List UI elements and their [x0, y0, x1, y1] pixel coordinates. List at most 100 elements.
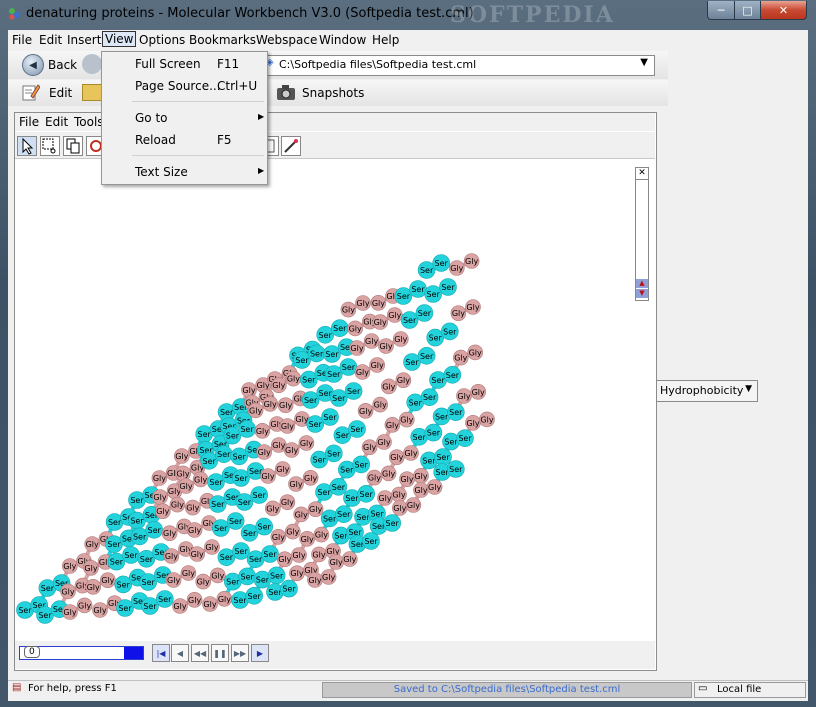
- gly-atom[interactable]: Gly: [174, 448, 190, 464]
- gly-atom[interactable]: Gly: [285, 370, 302, 387]
- gly-atom[interactable]: Gly: [62, 604, 78, 620]
- menu-view[interactable]: View: [102, 31, 137, 47]
- gly-atom[interactable]: Gly: [83, 559, 99, 576]
- gly-atom[interactable]: Gly: [341, 551, 358, 567]
- play-icon[interactable]: ▶: [251, 644, 269, 662]
- gly-atom[interactable]: Gly: [413, 482, 429, 498]
- gly-atom[interactable]: Gly: [151, 470, 168, 486]
- gly-atom[interactable]: Gly: [283, 442, 300, 458]
- gly-atom[interactable]: Gly: [355, 295, 371, 311]
- ser-atom[interactable]: Ser: [446, 403, 465, 421]
- ser-atom[interactable]: Ser: [156, 590, 174, 608]
- gly-atom[interactable]: Gly: [313, 526, 330, 543]
- ser-atom[interactable]: Ser: [324, 444, 343, 463]
- forward-arrow-icon[interactable]: [82, 54, 102, 74]
- back-label[interactable]: Back: [48, 58, 77, 72]
- ser-atom[interactable]: Ser: [424, 423, 443, 442]
- gly-atom[interactable]: Gly: [465, 299, 481, 315]
- chevron-down-icon[interactable]: ▼: [745, 384, 752, 394]
- ser-atom[interactable]: Ser: [261, 545, 279, 563]
- menu-item-full-screen[interactable]: Full Screen F11: [102, 54, 267, 74]
- gly-atom[interactable]: Gly: [270, 528, 287, 545]
- maximize-button[interactable]: □: [734, 1, 761, 20]
- gly-atom[interactable]: Gly: [388, 449, 405, 466]
- gly-atom[interactable]: Gly: [254, 422, 271, 439]
- gly-atom[interactable]: Gly: [470, 384, 487, 400]
- gly-atom[interactable]: Gly: [452, 349, 469, 366]
- ser-atom[interactable]: Ser: [330, 319, 349, 337]
- molecule-canvas[interactable]: SerSerSerSerGlyGlyGlyGlySerSerSerSerGlyG…: [15, 160, 635, 640]
- ser-atom[interactable]: Ser: [456, 429, 474, 448]
- gly-atom[interactable]: Gly: [391, 486, 407, 503]
- ser-atom[interactable]: Ser: [424, 285, 443, 303]
- gly-atom[interactable]: Gly: [405, 497, 422, 513]
- gly-atom[interactable]: Gly: [298, 435, 315, 451]
- ser-atom[interactable]: Ser: [141, 597, 159, 615]
- ser-atom[interactable]: Ser: [383, 514, 402, 532]
- ser-atom[interactable]: Ser: [432, 254, 451, 272]
- gly-atom[interactable]: Gly: [84, 536, 100, 552]
- gly-atom[interactable]: Gly: [479, 411, 495, 428]
- ser-atom[interactable]: Ser: [446, 460, 465, 478]
- ser-atom[interactable]: Ser: [348, 420, 366, 438]
- ser-atom[interactable]: Ser: [212, 519, 230, 537]
- gly-atom[interactable]: Gly: [264, 500, 281, 517]
- gly-atom[interactable]: Gly: [216, 590, 233, 607]
- ser-atom[interactable]: Ser: [439, 278, 457, 296]
- gly-atom[interactable]: Gly: [260, 468, 276, 484]
- gly-atom[interactable]: Gly: [186, 522, 203, 538]
- ser-atom[interactable]: Ser: [215, 445, 233, 464]
- title-bar[interactable]: denaturing proteins - Molecular Workbenc…: [0, 0, 816, 30]
- gly-atom[interactable]: Gly: [320, 569, 337, 585]
- gly-atom[interactable]: Gly: [354, 364, 371, 380]
- ser-atom[interactable]: Ser: [226, 512, 245, 530]
- gly-atom[interactable]: Gly: [372, 314, 389, 330]
- gly-atom[interactable]: Gly: [376, 434, 392, 450]
- ser-atom[interactable]: Ser: [122, 546, 140, 564]
- ser-atom[interactable]: Ser: [420, 388, 439, 406]
- ser-atom[interactable]: Ser: [232, 542, 250, 560]
- gly-atom[interactable]: Gly: [262, 396, 278, 412]
- ser-atom[interactable]: Ser: [415, 304, 434, 322]
- gly-atom[interactable]: Gly: [165, 572, 182, 588]
- gly-atom[interactable]: Gly: [395, 372, 412, 388]
- close-x-icon[interactable]: ✕: [636, 168, 648, 180]
- ser-atom[interactable]: Ser: [339, 358, 358, 376]
- gly-atom[interactable]: Gly: [155, 503, 171, 520]
- ser-atom[interactable]: Ser: [307, 344, 326, 363]
- gly-atom[interactable]: Gly: [384, 416, 401, 433]
- gly-atom[interactable]: Gly: [369, 357, 386, 373]
- vertical-scrollbar[interactable]: ✕ ▲ ▼: [635, 167, 649, 301]
- gly-atom[interactable]: Gly: [185, 499, 201, 516]
- gly-atom[interactable]: Gly: [279, 418, 296, 434]
- gly-atom[interactable]: Gly: [60, 583, 76, 600]
- ser-atom[interactable]: Ser: [362, 532, 380, 550]
- gly-atom[interactable]: Gly: [270, 377, 287, 393]
- model-menu-edit[interactable]: Edit: [45, 115, 68, 129]
- address-combobox[interactable]: ◈ C:\Softpedia files\Softpedia test.cml …: [262, 55, 655, 76]
- gly-atom[interactable]: Gly: [277, 397, 294, 413]
- gly-atom[interactable]: Gly: [274, 461, 291, 477]
- scroll-up-icon[interactable]: ▲: [636, 279, 648, 288]
- ser-atom[interactable]: Ser: [440, 322, 459, 341]
- pause-icon[interactable]: ❚❚: [211, 644, 229, 662]
- ser-atom[interactable]: Ser: [409, 280, 427, 298]
- gly-atom[interactable]: Gly: [100, 572, 116, 589]
- ser-atom[interactable]: Ser: [357, 484, 376, 503]
- gly-atom[interactable]: Gly: [288, 476, 304, 492]
- gly-atom[interactable]: Gly: [85, 578, 101, 595]
- gly-atom[interactable]: Gly: [392, 331, 409, 347]
- gly-atom[interactable]: Gly: [307, 572, 323, 588]
- gly-atom[interactable]: Gly: [92, 602, 108, 618]
- menu-item-page-source[interactable]: Page Source... Ctrl+U: [102, 76, 267, 96]
- gly-atom[interactable]: Gly: [284, 523, 301, 540]
- step-back-icon[interactable]: ◀: [171, 644, 189, 662]
- gly-atom[interactable]: Gly: [363, 333, 380, 349]
- gly-atom[interactable]: Gly: [163, 548, 180, 564]
- folder-icon[interactable]: [82, 84, 102, 101]
- scroll-down-icon[interactable]: ▼: [636, 289, 648, 298]
- gly-atom[interactable]: Gly: [311, 546, 327, 563]
- ser-atom[interactable]: Ser: [238, 567, 256, 586]
- ser-atom[interactable]: Ser: [443, 366, 462, 384]
- model-menu-tools[interactable]: Tools: [74, 115, 104, 129]
